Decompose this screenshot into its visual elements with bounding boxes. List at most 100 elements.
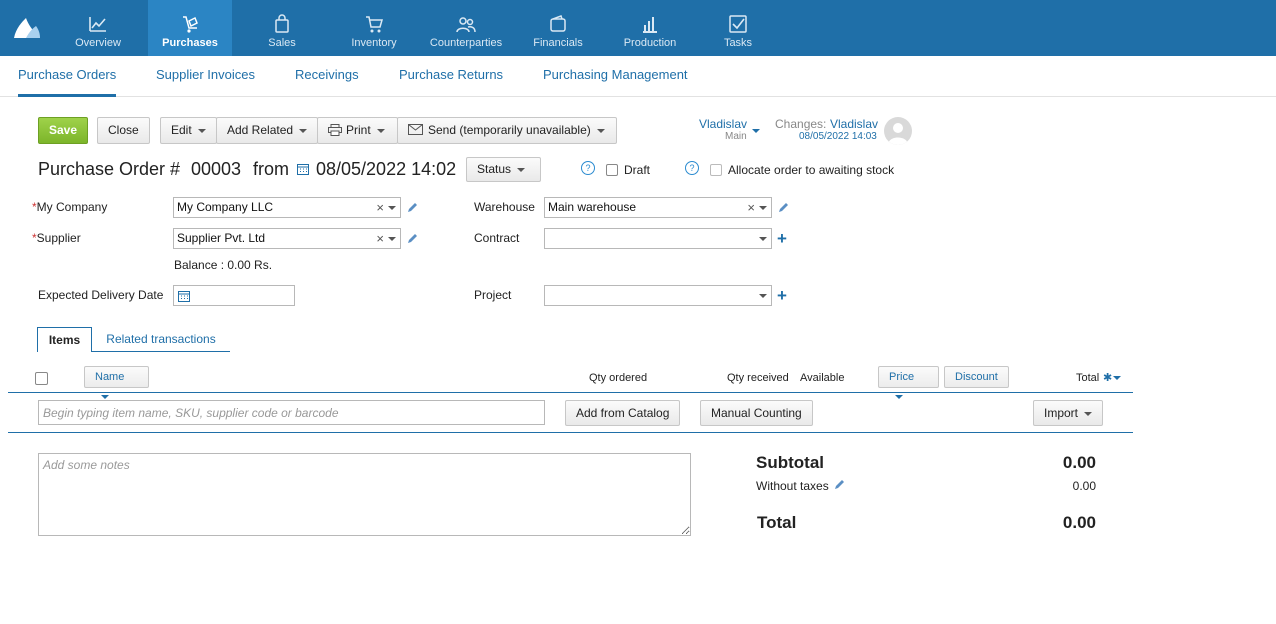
price-column-button[interactable]: Price [878, 366, 939, 400]
sub-navigation: Purchase Orders Supplier Invoices Receiv… [0, 56, 1276, 97]
gear-icon[interactable]: ✱ [1103, 371, 1122, 384]
tab-purchase-orders[interactable]: Purchase Orders [18, 67, 116, 82]
item-search-input[interactable] [38, 400, 545, 425]
user-role: Main [725, 131, 747, 142]
help-icon[interactable]: ? [685, 161, 699, 175]
warehouse-label: Warehouse [474, 200, 535, 214]
supplier-label: *Supplier [32, 231, 81, 245]
status-label: Status [477, 162, 512, 176]
warehouse-select[interactable]: Main warehouse × [544, 197, 772, 218]
pencil-icon[interactable] [406, 202, 418, 214]
pencil-icon[interactable] [777, 202, 789, 214]
allocate-label: Allocate order to awaiting stock [728, 163, 895, 177]
total-value: 0.00 [1062, 513, 1096, 532]
warehouse-value: Main warehouse [548, 200, 637, 214]
doc-title-label: Purchase Order # [38, 159, 181, 179]
changes-user[interactable]: Vladislav [830, 117, 878, 131]
nav-item-production[interactable]: Production [612, 0, 688, 56]
doc-number[interactable]: 00003 [191, 159, 241, 180]
active-tab-indicator [18, 94, 116, 97]
people-icon [456, 17, 476, 33]
chevron-down-icon [101, 395, 109, 400]
total-header: Total [1076, 372, 1100, 384]
add-from-catalog-button[interactable]: Add from Catalog [565, 400, 681, 426]
user-name-dropdown[interactable]: Vladislav [699, 117, 747, 131]
changes-label: Changes: [775, 117, 827, 131]
contract-select[interactable] [544, 228, 772, 249]
price-column-label: Price [889, 371, 915, 383]
pencil-icon[interactable] [833, 479, 845, 491]
pencil-icon[interactable] [406, 233, 418, 245]
import-button[interactable]: Import [1033, 400, 1103, 426]
close-button[interactable]: Close [97, 117, 150, 144]
name-column-button[interactable]: Name [84, 366, 149, 400]
printer-icon [328, 124, 342, 136]
chevron-down-icon[interactable] [759, 206, 767, 210]
name-column-label: Name [95, 371, 125, 383]
add-related-button[interactable]: Add Related [216, 117, 318, 144]
nav-item-counterparties[interactable]: Counterparties [424, 0, 508, 56]
supplier-select[interactable]: Supplier Pvt. Ltd × [173, 228, 401, 249]
nav-label: Sales [268, 37, 296, 49]
nav-item-sales[interactable]: Sales [244, 0, 320, 56]
tab-purchase-returns[interactable]: Purchase Returns [399, 67, 503, 82]
items-bar-divider [8, 432, 1133, 433]
nav-label: Tasks [723, 37, 753, 49]
add-project-icon[interactable]: + [777, 287, 787, 304]
nav-item-inventory[interactable]: Inventory [336, 0, 412, 56]
avatar[interactable] [884, 117, 912, 145]
clear-icon[interactable]: × [376, 229, 384, 248]
my-company-select[interactable]: My Company LLC × [173, 197, 401, 218]
my-company-label-text: My Company [36, 200, 108, 214]
chevron-down-icon [517, 167, 526, 172]
wallet-icon [550, 15, 566, 32]
bar-chart-icon [643, 17, 657, 33]
draft-checkbox[interactable] [606, 164, 618, 176]
tab-purchasing-management[interactable]: Purchasing Management [543, 67, 688, 82]
nav-item-tasks[interactable]: Tasks [700, 0, 776, 56]
calendar-icon[interactable] [178, 290, 190, 302]
print-label: Print [346, 123, 371, 137]
chevron-down-icon[interactable] [752, 129, 760, 133]
from-label: from [253, 159, 289, 179]
contract-label: Contract [474, 231, 520, 245]
save-button[interactable]: Save [38, 117, 89, 144]
doc-date[interactable]: 08/05/2022 14:02 [316, 159, 456, 180]
allocate-checkbox[interactable] [710, 164, 722, 176]
print-button[interactable]: Print [317, 117, 398, 144]
top-navigation-bar: Overview Purchases Sales Inventory Count… [0, 0, 1276, 56]
edit-menu-button[interactable]: Edit [160, 117, 217, 144]
tab-items[interactable]: Items [37, 327, 92, 352]
status-dropdown[interactable]: Status [466, 157, 541, 182]
notes-textarea[interactable] [38, 453, 691, 536]
nav-item-financials[interactable]: Financials [520, 0, 596, 56]
project-select[interactable] [544, 285, 772, 306]
chevron-down-icon[interactable] [388, 237, 396, 241]
chevron-down-icon [376, 128, 385, 133]
chevron-down-icon[interactable] [759, 237, 767, 241]
chevron-down-icon[interactable] [759, 294, 767, 298]
nav-item-overview[interactable]: Overview [60, 0, 136, 56]
select-all-checkbox[interactable] [35, 372, 48, 385]
nav-item-purchases[interactable]: Purchases [148, 0, 232, 56]
nav-label: Purchases [162, 37, 218, 49]
send-button[interactable]: Send (temporarily unavailable) [397, 117, 617, 144]
app-logo-icon[interactable] [12, 14, 42, 40]
delivery-date-label: Expected Delivery Date [38, 288, 164, 302]
chevron-down-icon[interactable] [388, 206, 396, 210]
clear-icon[interactable]: × [376, 198, 384, 217]
clear-icon[interactable]: × [747, 198, 755, 217]
tab-receivings[interactable]: Receivings [295, 67, 359, 82]
calendar-icon[interactable] [297, 163, 309, 175]
delivery-date-input[interactable] [173, 285, 295, 306]
discount-column-button[interactable]: Discount [944, 366, 1009, 388]
add-contract-icon[interactable]: + [777, 230, 787, 247]
supplier-label-text: Supplier [36, 231, 81, 245]
help-icon[interactable]: ? [581, 161, 595, 175]
add-related-label: Add Related [227, 123, 294, 137]
tab-related-transactions[interactable]: Related transactions [92, 327, 230, 352]
tab-supplier-invoices[interactable]: Supplier Invoices [156, 67, 255, 82]
manual-counting-button[interactable]: Manual Counting [700, 400, 813, 426]
tax-label: Without taxes [756, 479, 829, 493]
edit-label: Edit [171, 123, 192, 137]
